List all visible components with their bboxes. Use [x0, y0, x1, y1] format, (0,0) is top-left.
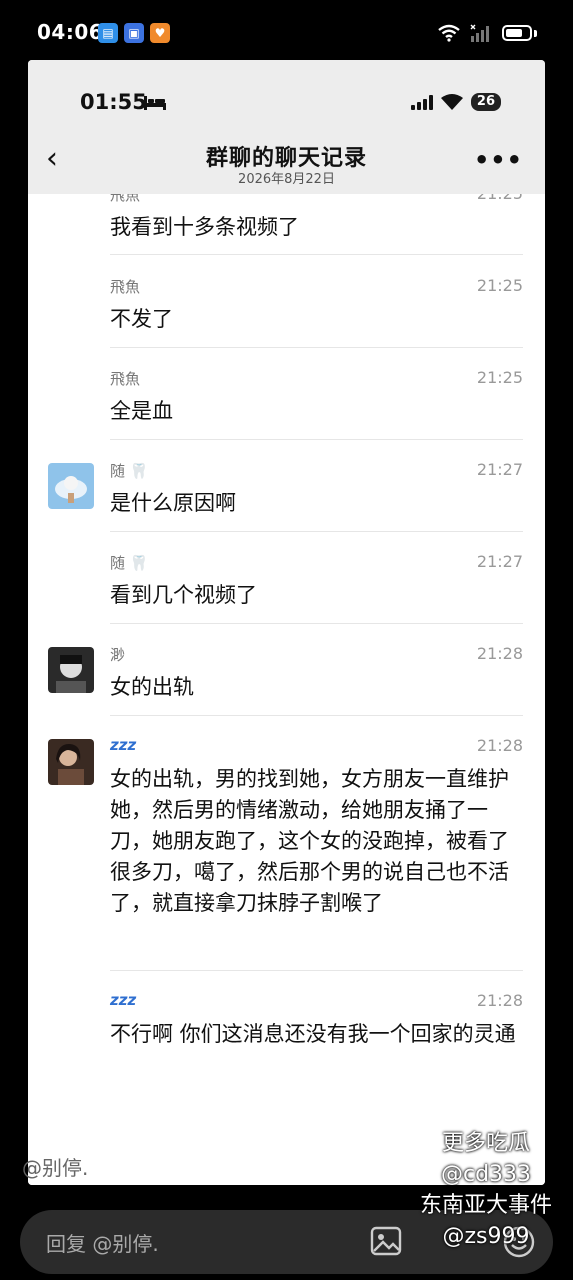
inner-time: 01:55: [80, 90, 147, 114]
list-item: 飛魚 21:25 我看到十多条视频了: [28, 194, 545, 258]
list-item: 飛魚 21:25 全是血: [28, 352, 545, 444]
message-list[interactable]: 飛魚 21:25 我看到十多条视频了 飛魚 21:25 不发了 飛魚 21:25…: [28, 194, 545, 1185]
battery-icon: [502, 25, 532, 41]
list-item: zzz 21:28 女的出轨，男的找到她，女方朋友一直维护她，然后男的情绪激动，…: [28, 720, 545, 972]
sender-name: 飛魚: [110, 194, 141, 204]
message-text: 我看到十多条视频了: [110, 215, 299, 239]
sender-name: zzz: [110, 736, 137, 754]
message-time: 21:27: [476, 552, 523, 571]
divider: [110, 715, 523, 716]
wifi-icon: [440, 94, 463, 110]
message-text: 看到几个视频了: [110, 583, 257, 607]
list-item: 随 🦷 21:27 是什么原因啊: [28, 444, 545, 536]
outer-status-bar: 04:06 ▤ ▣ ♥: [0, 0, 573, 64]
message-time: 21:28: [476, 991, 523, 1010]
avatar[interactable]: [48, 647, 94, 693]
nav-bar: ‹ 群聊的聊天记录 2026年8月22日 •••: [28, 132, 545, 194]
divider: [110, 531, 523, 532]
list-item: 渺 21:28 女的出轨: [28, 628, 545, 720]
crying-emoji-icon: 😭: [160, 1050, 186, 1075]
message-time: 21:28: [476, 644, 523, 663]
more-icon[interactable]: •••: [474, 146, 523, 174]
comment-ghost-reply: @别停.: [22, 1156, 89, 1180]
sender-name: 飛魚: [110, 370, 141, 388]
book-app-icon: ▤: [98, 23, 118, 43]
sender-name: 渺: [110, 646, 126, 664]
message-text: 全是血: [110, 399, 173, 423]
watermark: 更多吃瓜 @cd333 东南亚大事件 @zs999: [419, 1131, 552, 1249]
image-icon[interactable]: [370, 1226, 402, 1256]
divider: [110, 970, 523, 971]
divider: [110, 623, 523, 624]
sender-name: 随 🦷: [110, 554, 149, 572]
message-time: 21:27: [476, 460, 523, 479]
notes-app-icon: ▣: [124, 23, 144, 43]
message-time: 21:28: [476, 736, 523, 755]
inner-status-bar: 01:55 26: [28, 60, 545, 132]
list-item: 飛魚 21:25 不发了: [28, 260, 545, 352]
tooth-emoji-icon: 🦷: [129, 462, 149, 480]
message-text: 女的出轨: [110, 675, 194, 699]
divider: [110, 347, 523, 348]
sender-name: 随 🦷: [110, 462, 149, 480]
divider: [110, 439, 523, 440]
list-item: 随 🦷 21:27 看到几个视频了: [28, 536, 545, 628]
sender-name: 飛魚: [110, 278, 141, 296]
message-text: 不发了: [110, 307, 173, 331]
chat-screenshot: 01:55 26 ‹ 群聊的聊天记录 2026年8月22日 ••• 飛魚 21:…: [28, 60, 545, 1185]
heart-app-icon: ♥: [150, 23, 170, 43]
signal-icon: [470, 24, 489, 42]
wifi-icon: [438, 24, 460, 42]
list-item: zzz 21:28 不行啊 你们这消息还没有我一个回家的灵通. 😭: [28, 975, 545, 1105]
page-date: 2026年8月22日: [238, 172, 335, 187]
message-text: 女的出轨，男的找到她，女方朋友一直维护她，然后男的情绪激动，给她朋友捅了一刀，她…: [110, 767, 509, 915]
message-time: 21:25: [476, 276, 523, 295]
battery-icon: 26: [470, 93, 501, 111]
tooth-emoji-icon: 🦷: [129, 554, 149, 572]
avatar[interactable]: [48, 739, 94, 785]
message-time: 21:25: [476, 368, 523, 387]
sender-name: zzz: [110, 991, 137, 1009]
avatar[interactable]: [48, 463, 94, 509]
signal-icon: [410, 94, 433, 110]
bed-icon: [144, 96, 166, 110]
comment-placeholder: 回复 @别停.: [46, 1232, 159, 1256]
message-text: 是什么原因啊: [110, 491, 236, 515]
message-time: 21:25: [477, 194, 523, 203]
outer-time: 04:06: [37, 20, 104, 44]
divider: [110, 254, 523, 255]
